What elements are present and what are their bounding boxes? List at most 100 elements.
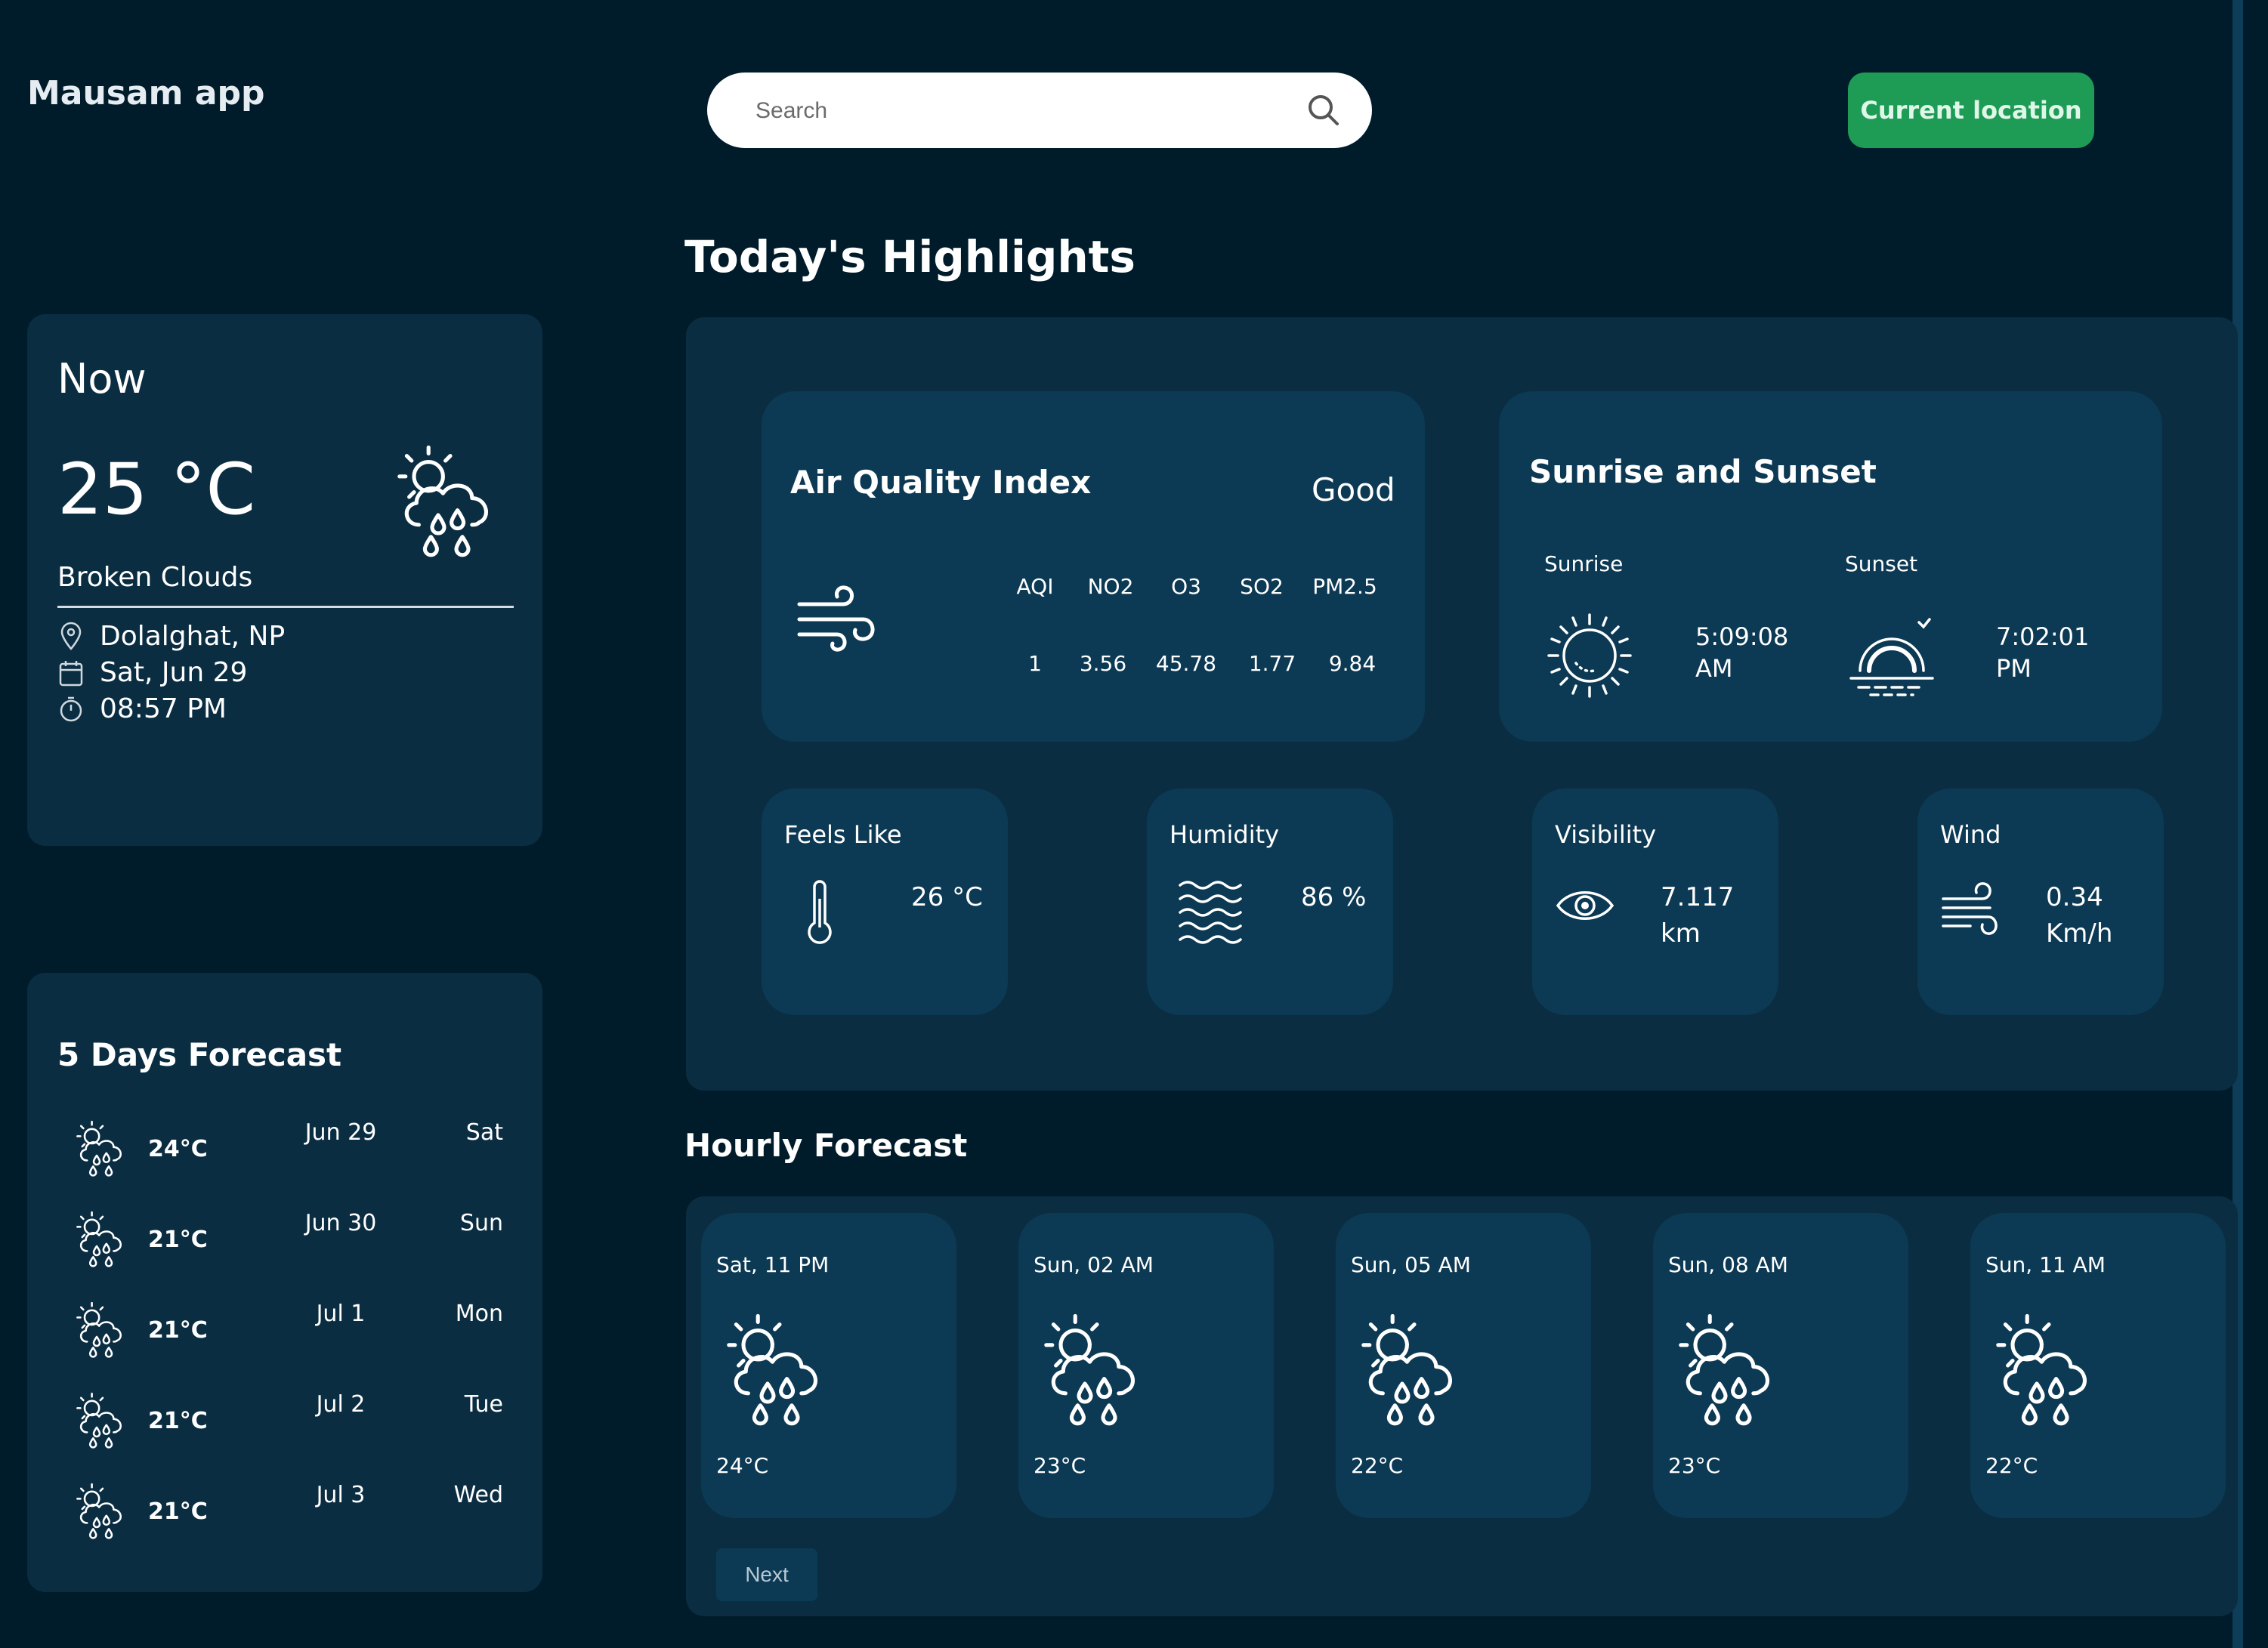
time-row: 08:57 PM	[57, 693, 227, 724]
forecast-temp: 24°C	[148, 1136, 208, 1162]
visibility-value: 7.117 km	[1661, 879, 1734, 952]
visibility-label: Visibility	[1555, 820, 1657, 849]
cloud-sun-rain-icon	[73, 1210, 133, 1270]
waves-icon	[1179, 881, 1242, 944]
aqi-header: PM2.5	[1312, 574, 1377, 599]
hourly-card: Sat, 11 PM 24°C	[701, 1213, 956, 1518]
hourly-time: Sun, 08 AM	[1668, 1252, 1788, 1277]
forecast-row: 21°C Jul 1 Mon	[73, 1301, 503, 1376]
cloud-sun-rain-icon	[1671, 1311, 1792, 1432]
search-bar[interactable]	[707, 73, 1372, 150]
cloud-sun-rain-icon	[1037, 1311, 1157, 1432]
cloud-sun-rain-icon	[73, 1119, 133, 1180]
aqi-value: 45.78	[1155, 651, 1217, 676]
wind-icon	[1942, 882, 1998, 935]
sunrise-time: 5:09:08 AM	[1695, 621, 1788, 684]
wind-value: 0.34 Km/h	[2046, 879, 2112, 952]
search-input[interactable]	[754, 73, 1286, 150]
sunset-time: 7:02:01 PM	[1996, 621, 2089, 684]
hourly-time: Sat, 11 PM	[716, 1252, 830, 1277]
forecast-row: 21°C Jul 3 Wed	[73, 1482, 503, 1557]
sunrise-time-value: 5:09:08	[1695, 622, 1789, 651]
hourly-time: Sun, 02 AM	[1034, 1252, 1154, 1277]
forecast-day: Sun	[459, 1210, 503, 1236]
forecast-row: 21°C Jun 30 Sun	[73, 1210, 503, 1285]
feels-like-card: Feels Like 26 °C	[762, 789, 1008, 1015]
aqi-title: Air Quality Index	[790, 464, 1092, 501]
forecast-row: 21°C Jul 2 Tue	[73, 1391, 503, 1467]
forecast-temp: 21°C	[148, 1317, 208, 1344]
stopwatch-icon	[60, 696, 82, 721]
forecast-day: Wed	[453, 1482, 503, 1508]
humidity-value: 86 %	[1301, 882, 1367, 912]
forecast-date: Jul 1	[316, 1301, 366, 1327]
map-pin-icon	[60, 622, 82, 650]
hourly-card: Sun, 05 AM 22°C	[1336, 1213, 1591, 1518]
forecast-temp: 21°C	[148, 1227, 208, 1253]
date-row: Sat, Jun 29	[57, 657, 247, 688]
forecast-row: 24°C Jun 29 Sat	[73, 1119, 503, 1195]
now-title: Now	[57, 355, 147, 403]
sunset-time-value: 7:02:01	[1996, 622, 2090, 651]
sunrise-label: Sunrise	[1544, 551, 1624, 576]
eye-icon	[1556, 891, 1614, 920]
hourly-temp: 24°C	[716, 1453, 769, 1478]
sunset-time-period: PM	[1996, 654, 2032, 683]
forecast-date: Jul 2	[316, 1391, 366, 1418]
divider	[57, 606, 514, 608]
air-quality-card	[762, 391, 1425, 742]
cloud-sun-rain-icon	[73, 1391, 133, 1452]
feels-like-label: Feels Like	[784, 820, 902, 849]
forecast-day: Mon	[455, 1301, 503, 1327]
aqi-status: Good	[1312, 471, 1395, 508]
wind-card: Wind 0.34 Km/h	[1917, 789, 2164, 1015]
visibility-unit: km	[1661, 918, 1701, 949]
wind-label: Wind	[1940, 820, 2001, 849]
app-title: Mausam app	[27, 74, 265, 113]
hourly-card: Sun, 11 AM 22°C	[1970, 1213, 2226, 1518]
forecast-temp: 21°C	[148, 1498, 208, 1525]
aqi-header: SO2	[1240, 574, 1284, 599]
highlights-title: Today's Highlights	[684, 231, 1136, 282]
forecast-day: Sat	[465, 1119, 503, 1146]
calendar-icon	[59, 660, 83, 686]
location-row: Dolalghat, NP	[57, 621, 285, 652]
aqi-value: 1.77	[1248, 651, 1296, 676]
sunset-label: Sunset	[1845, 551, 1918, 576]
hourly-temp: 22°C	[1985, 1453, 2038, 1478]
current-temperature: 25 °C	[57, 449, 256, 531]
hourly-time: Sun, 05 AM	[1351, 1252, 1471, 1277]
sun-title: Sunrise and Sunset	[1529, 453, 1877, 490]
hourly-card: Sun, 02 AM 23°C	[1018, 1213, 1274, 1518]
hourly-temp: 23°C	[1034, 1453, 1086, 1478]
hourly-title: Hourly Forecast	[684, 1127, 968, 1164]
forecast-date: Jun 29	[304, 1119, 377, 1146]
aqi-value: 3.56	[1079, 651, 1127, 676]
search-icon[interactable]	[1302, 89, 1345, 131]
cloud-sun-rain-icon	[73, 1482, 133, 1542]
cloud-sun-rain-icon	[73, 1301, 133, 1361]
forecast-title: 5 Days Forecast	[57, 1036, 342, 1073]
humidity-label: Humidity	[1170, 820, 1280, 849]
forecast-date: Jun 30	[304, 1210, 377, 1236]
current-location-button[interactable]: Current location	[1848, 73, 2094, 148]
forecast-day: Tue	[464, 1391, 503, 1418]
weather-condition: Broken Clouds	[57, 562, 253, 593]
sunrise-time-period: AM	[1695, 654, 1733, 683]
wind-number: 0.34	[2046, 882, 2103, 912]
hourly-time: Sun, 11 AM	[1985, 1252, 2106, 1277]
cloud-sun-rain-icon	[719, 1311, 840, 1432]
aqi-value: 9.84	[1328, 651, 1377, 676]
hourly-temp: 22°C	[1351, 1453, 1404, 1478]
cloud-sun-rain-icon	[1988, 1311, 2109, 1432]
cloud-sun-rain-icon	[390, 443, 511, 563]
visibility-card: Visibility 7.117 km	[1532, 789, 1778, 1015]
visibility-number: 7.117	[1661, 882, 1735, 912]
cloud-sun-rain-icon	[1354, 1311, 1475, 1432]
time-text: 08:57 PM	[100, 693, 227, 724]
humidity-card: Humidity 86 %	[1147, 789, 1393, 1015]
wind-icon	[797, 585, 875, 652]
next-button[interactable]: Next	[716, 1548, 817, 1601]
thermometer-icon	[808, 880, 832, 944]
forecast-date: Jul 3	[316, 1482, 366, 1508]
